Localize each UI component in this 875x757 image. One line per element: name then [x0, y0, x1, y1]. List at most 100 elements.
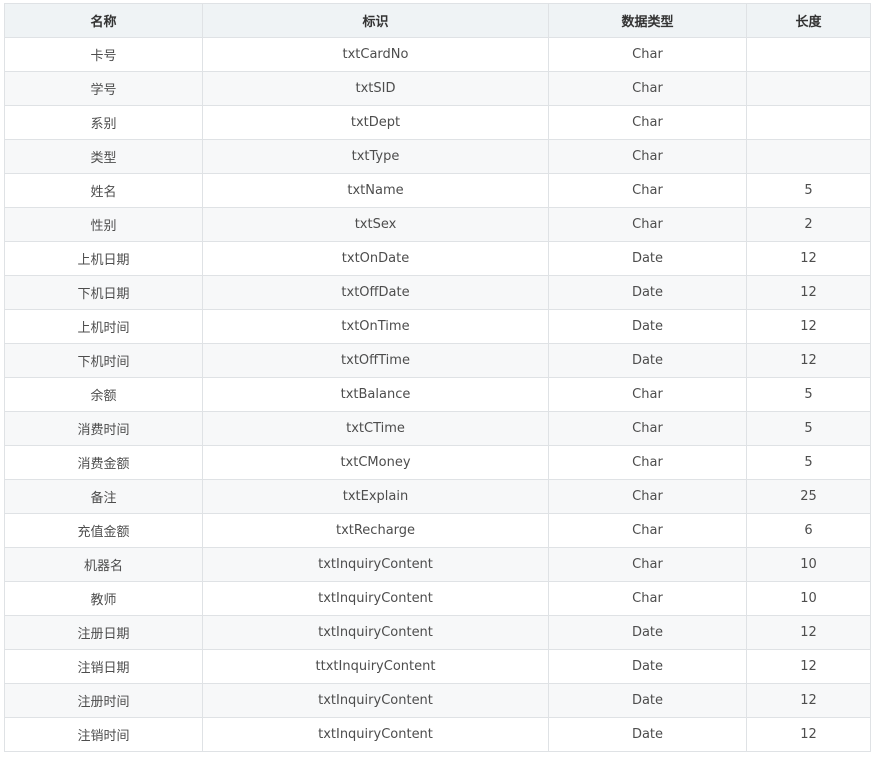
table-row: 系别 txtDept Char [4, 105, 871, 140]
table-row: 类型 txtType Char [4, 139, 871, 174]
cell-name: 注销时间 [4, 717, 203, 752]
cell-name: 消费金额 [4, 445, 203, 480]
cell-length [746, 139, 871, 174]
cell-name: 机器名 [4, 547, 203, 582]
cell-identifier: txtSID [202, 71, 549, 106]
cell-length: 12 [746, 275, 871, 310]
header-name: 名称 [4, 3, 203, 38]
cell-data-type: Date [548, 683, 747, 718]
table-row: 上机时间 txtOnTime Date 12 [4, 309, 871, 344]
cell-length: 5 [746, 411, 871, 446]
cell-data-type: Char [548, 547, 747, 582]
cell-length: 10 [746, 581, 871, 616]
table-row: 充值金额 txtRecharge Char 6 [4, 513, 871, 548]
cell-name: 教师 [4, 581, 203, 616]
cell-name: 注册时间 [4, 683, 203, 718]
cell-data-type: Date [548, 615, 747, 650]
cell-identifier: txtBalance [202, 377, 549, 412]
cell-data-type: Char [548, 139, 747, 174]
cell-identifier: txtCMoney [202, 445, 549, 480]
cell-identifier: txtOnTime [202, 309, 549, 344]
cell-length: 5 [746, 445, 871, 480]
cell-name: 系别 [4, 105, 203, 140]
cell-length: 12 [746, 717, 871, 752]
cell-identifier: txtInquiryContent [202, 683, 549, 718]
cell-data-type: Char [548, 207, 747, 242]
cell-name: 消费时间 [4, 411, 203, 446]
cell-name: 性别 [4, 207, 203, 242]
cell-data-type: Date [548, 275, 747, 310]
cell-data-type: Char [548, 173, 747, 208]
cell-identifier: txtDept [202, 105, 549, 140]
cell-length: 5 [746, 173, 871, 208]
cell-length: 12 [746, 649, 871, 684]
cell-name: 类型 [4, 139, 203, 174]
table-row: 消费金额 txtCMoney Char 5 [4, 445, 871, 480]
cell-name: 上机日期 [4, 241, 203, 276]
cell-identifier: ttxtInquiryContent [202, 649, 549, 684]
header-data-type: 数据类型 [548, 3, 747, 38]
cell-name: 充值金额 [4, 513, 203, 548]
cell-identifier: txtName [202, 173, 549, 208]
table-row: 注册时间 txtInquiryContent Date 12 [4, 683, 871, 718]
cell-name: 下机日期 [4, 275, 203, 310]
cell-name: 注册日期 [4, 615, 203, 650]
cell-identifier: txtOnDate [202, 241, 549, 276]
cell-data-type: Date [548, 343, 747, 378]
cell-identifier: txtInquiryContent [202, 547, 549, 582]
cell-length: 12 [746, 343, 871, 378]
table-row: 性别 txtSex Char 2 [4, 207, 871, 242]
cell-name: 上机时间 [4, 309, 203, 344]
cell-identifier: txtCTime [202, 411, 549, 446]
cell-identifier: txtInquiryContent [202, 581, 549, 616]
table-row: 消费时间 txtCTime Char 5 [4, 411, 871, 446]
table-row: 学号 txtSID Char [4, 71, 871, 106]
table-row: 卡号 txtCardNo Char [4, 37, 871, 72]
cell-data-type: Date [548, 717, 747, 752]
cell-length: 12 [746, 241, 871, 276]
cell-data-type: Char [548, 71, 747, 106]
cell-length: 12 [746, 615, 871, 650]
table-row: 注销日期 ttxtInquiryContent Date 12 [4, 649, 871, 684]
table-row: 机器名 txtInquiryContent Char 10 [4, 547, 871, 582]
table-row: 余额 txtBalance Char 5 [4, 377, 871, 412]
cell-data-type: Date [548, 309, 747, 344]
table-body: 卡号 txtCardNo Char 学号 txtSID Char 系别 txtD… [4, 37, 871, 752]
field-table-container: 名称 标识 数据类型 长度 卡号 txtCardNo Char 学号 txtSI… [4, 3, 871, 752]
cell-identifier: txtCardNo [202, 37, 549, 72]
cell-length [746, 37, 871, 72]
cell-length: 2 [746, 207, 871, 242]
cell-name: 卡号 [4, 37, 203, 72]
cell-length: 25 [746, 479, 871, 514]
cell-data-type: Char [548, 581, 747, 616]
header-identifier: 标识 [202, 3, 549, 38]
cell-name: 余额 [4, 377, 203, 412]
cell-length [746, 71, 871, 106]
cell-length: 5 [746, 377, 871, 412]
cell-data-type: Date [548, 241, 747, 276]
cell-length [746, 105, 871, 140]
table-header-row: 名称 标识 数据类型 长度 [4, 3, 871, 38]
cell-identifier: txtSex [202, 207, 549, 242]
cell-data-type: Char [548, 105, 747, 140]
cell-length: 10 [746, 547, 871, 582]
table-row: 注销时间 txtInquiryContent Date 12 [4, 717, 871, 752]
cell-identifier: txtInquiryContent [202, 615, 549, 650]
cell-data-type: Char [548, 479, 747, 514]
cell-data-type: Date [548, 649, 747, 684]
cell-identifier: txtRecharge [202, 513, 549, 548]
cell-data-type: Char [548, 513, 747, 548]
cell-data-type: Char [548, 411, 747, 446]
table-row: 下机日期 txtOffDate Date 12 [4, 275, 871, 310]
cell-name: 学号 [4, 71, 203, 106]
header-length: 长度 [746, 3, 871, 38]
field-definition-table: 名称 标识 数据类型 长度 卡号 txtCardNo Char 学号 txtSI… [4, 3, 871, 752]
cell-name: 备注 [4, 479, 203, 514]
cell-length: 12 [746, 683, 871, 718]
cell-data-type: Char [548, 445, 747, 480]
cell-identifier: txtExplain [202, 479, 549, 514]
cell-data-type: Char [548, 377, 747, 412]
cell-data-type: Char [548, 37, 747, 72]
cell-length: 12 [746, 309, 871, 344]
table-row: 姓名 txtName Char 5 [4, 173, 871, 208]
